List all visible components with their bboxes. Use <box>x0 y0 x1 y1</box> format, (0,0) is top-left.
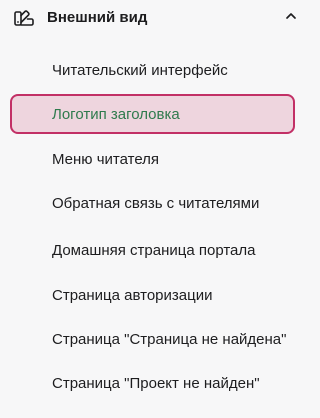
section-title: Внешний вид <box>47 8 148 26</box>
menu-item-reader-menu[interactable]: Меню читателя <box>52 149 159 171</box>
menu-item-reader-feedback[interactable]: Обратная связь с читателями <box>52 193 259 215</box>
menu-item-portal-home-page[interactable]: Домашняя страница портала <box>52 240 256 262</box>
appearance-icon <box>12 5 36 29</box>
appearance-nav: Внешний вид Читательский интерфейс Логот… <box>0 0 306 418</box>
menu-item-header-logo[interactable]: Логотип заголовка <box>10 94 295 134</box>
menu-item-login-page[interactable]: Страница авторизации <box>52 285 212 307</box>
menu-item-project-not-found[interactable]: Страница "Проект не найден" <box>52 373 260 395</box>
menu-item-page-not-found[interactable]: Страница "Страница не найдена" <box>52 329 286 351</box>
menu-item-reader-interface[interactable]: Читательский интерфейс <box>52 60 228 82</box>
menu-item-label: Логотип заголовка <box>52 106 180 123</box>
chevron-up-icon[interactable] <box>283 8 299 24</box>
appearance-section-header[interactable]: Внешний вид <box>12 5 147 29</box>
